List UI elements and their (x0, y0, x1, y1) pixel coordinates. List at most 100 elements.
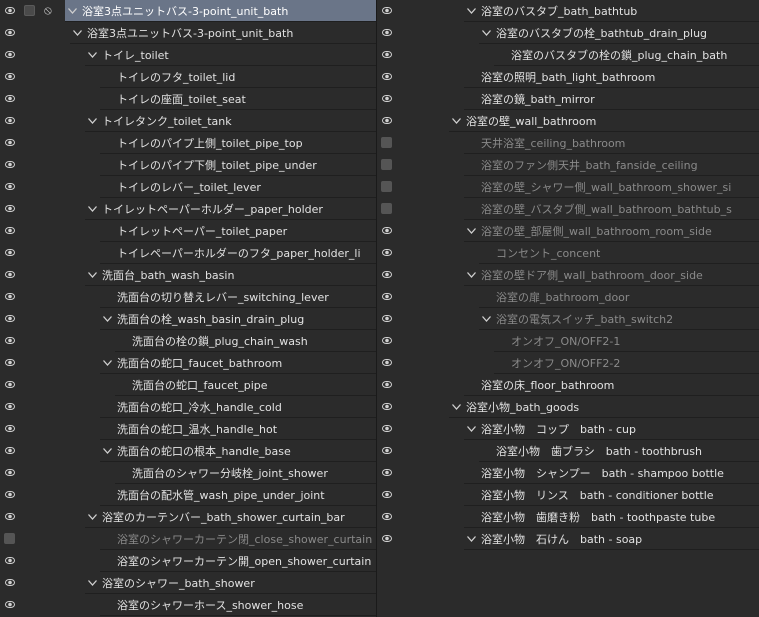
layer-row[interactable]: 浴室小物 石けん bath - soap (377, 528, 759, 550)
eye-icon[interactable] (0, 374, 19, 395)
layer-label[interactable]: 浴室のファン側天井_bath_fanside_ceiling (464, 154, 759, 176)
eye-icon[interactable] (0, 264, 19, 285)
eye-icon[interactable] (0, 462, 19, 483)
eye-icon[interactable] (0, 286, 19, 307)
eye-icon[interactable] (377, 308, 396, 329)
hidden-box-icon[interactable] (0, 528, 19, 549)
lock-cursor-icon[interactable]: ⦸ (44, 0, 52, 21)
eye-icon[interactable] (377, 110, 396, 131)
eye-icon[interactable] (0, 330, 19, 351)
layer-label[interactable]: 洗面台の配水管_wash_pipe_under_joint (100, 484, 376, 506)
layer-row[interactable]: 浴室小物 シャンプー bath - shampoo bottle (377, 462, 759, 484)
eye-icon[interactable] (0, 572, 19, 593)
layer-label[interactable]: 浴室のバスタブの栓_bathtub_drain_plug (479, 22, 759, 44)
layer-label[interactable]: 洗面台の蛇口_faucet_bathroom (100, 352, 376, 374)
layer-row[interactable]: 洗面台の栓の鎖_plug_chain_wash (0, 330, 376, 352)
eye-icon[interactable] (377, 396, 396, 417)
layer-row[interactable]: 浴室のバスタブの栓の鎖_plug_chain_bath (377, 44, 759, 66)
hidden-box-icon[interactable] (377, 198, 396, 219)
chevron-down-icon[interactable] (85, 117, 100, 124)
eye-icon[interactable] (0, 484, 19, 505)
layer-row[interactable]: 洗面台の蛇口_faucet_bathroom (0, 352, 376, 374)
eye-icon[interactable] (377, 88, 396, 109)
layer-label[interactable]: 浴室のシャワーカーテン閉_close_shower_curtain (100, 528, 376, 550)
layer-row[interactable]: 浴室の照明_bath_light_bathroom (377, 66, 759, 88)
layer-row[interactable]: ⦸ 浴室3点ユニットバス-3-point_unit_bath (0, 0, 376, 22)
eye-icon[interactable] (377, 330, 396, 351)
eye-icon[interactable] (0, 88, 19, 109)
eye-icon[interactable] (0, 550, 19, 571)
layer-label[interactable]: 浴室の壁_シャワー側_wall_bathroom_shower_si (464, 176, 759, 198)
layer-label[interactable]: 洗面台の切り替えレバー_switching_lever (100, 286, 376, 308)
eye-icon[interactable] (377, 418, 396, 439)
layer-row[interactable]: オンオフ_ON/OFF2-2 (377, 352, 759, 374)
eye-icon[interactable] (0, 242, 19, 263)
layer-row[interactable]: 天井浴室_ceiling_bathroom (377, 132, 759, 154)
layer-label[interactable]: 洗面台の栓_wash_basin_drain_plug (100, 308, 376, 330)
eye-icon[interactable] (377, 506, 396, 527)
hidden-box-icon[interactable] (377, 154, 396, 175)
layer-label[interactable]: 浴室小物 コップ bath - cup (464, 418, 759, 440)
layer-row[interactable]: オンオフ_ON/OFF2-1 (377, 330, 759, 352)
layer-row[interactable]: トイレットペーパー_toilet_paper (0, 220, 376, 242)
layer-label[interactable]: 洗面台の蛇口_faucet_pipe (115, 374, 376, 396)
chevron-down-icon[interactable] (449, 117, 464, 124)
layer-label[interactable]: 浴室小物 シャンプー bath - shampoo bottle (464, 462, 759, 484)
eye-icon[interactable] (377, 66, 396, 87)
eye-icon[interactable] (0, 396, 19, 417)
layer-label[interactable]: トイレのパイプ上側_toilet_pipe_top (100, 132, 376, 154)
eye-icon[interactable] (0, 440, 19, 461)
layer-row[interactable]: トイレの座面_toilet_seat (0, 88, 376, 110)
chevron-down-icon[interactable] (449, 403, 464, 410)
eye-icon[interactable] (0, 132, 19, 153)
eye-icon[interactable] (377, 264, 396, 285)
eye-icon[interactable] (0, 220, 19, 241)
layer-row[interactable]: 浴室のファン側天井_bath_fanside_ceiling (377, 154, 759, 176)
layer-label[interactable]: 浴室3点ユニットバス-3-point_unit_bath (70, 22, 376, 44)
layer-row[interactable]: 浴室の電気スイッチ_bath_switch2 (377, 308, 759, 330)
eye-icon[interactable] (0, 154, 19, 175)
layer-label[interactable]: 浴室のシャワーカーテン開_open_shower_curtain (100, 550, 376, 572)
layer-label[interactable]: 洗面台のシャワー分岐栓_joint_shower (115, 462, 376, 484)
layer-row[interactable]: 浴室のバスタブ_bath_bathtub (377, 0, 759, 22)
chevron-down-icon[interactable] (70, 29, 85, 36)
layer-label[interactable]: 浴室の壁_部屋側_wall_bathroom_room_side (464, 220, 759, 242)
layer-row[interactable]: 洗面台の蛇口_冷水_handle_cold (0, 396, 376, 418)
layer-row[interactable]: 浴室3点ユニットバス-3-point_unit_bath (0, 22, 376, 44)
layer-label[interactable]: 洗面台の蛇口の根本_handle_base (100, 440, 376, 462)
layer-row[interactable]: 浴室の壁_バスタブ側_wall_bathroom_bathtub_s (377, 198, 759, 220)
layer-label[interactable]: トイレのレバー_toilet_lever (100, 176, 376, 198)
layer-label[interactable]: トイレペーパーホルダーのフタ_paper_holder_li (100, 242, 376, 264)
chevron-down-icon[interactable] (464, 425, 479, 432)
layer-label[interactable]: トイレットペーパーホルダー_paper_holder (85, 198, 376, 220)
layer-row[interactable]: 浴室の床_floor_bathroom (377, 374, 759, 396)
layer-row[interactable]: 浴室の壁_wall_bathroom (377, 110, 759, 132)
layer-label[interactable]: トイレのフタ_toilet_lid (100, 66, 376, 88)
layer-label[interactable]: オンオフ_ON/OFF2-1 (494, 330, 759, 352)
chevron-down-icon[interactable] (85, 513, 100, 520)
chevron-down-icon[interactable] (479, 315, 494, 322)
eye-icon[interactable] (377, 242, 396, 263)
eye-icon[interactable] (377, 0, 396, 21)
layer-row[interactable]: 浴室のシャワーカーテン開_open_shower_curtain (0, 550, 376, 572)
eye-icon[interactable] (377, 440, 396, 461)
eye-icon[interactable] (0, 506, 19, 527)
layer-label[interactable]: 浴室の壁_バスタブ側_wall_bathroom_bathtub_s (464, 198, 759, 220)
eye-icon[interactable] (0, 352, 19, 373)
layer-row[interactable]: トイレのパイプ上側_toilet_pipe_top (0, 132, 376, 154)
layer-label[interactable]: 天井浴室_ceiling_bathroom (464, 132, 759, 154)
layer-row[interactable]: トイレットペーパーホルダー_paper_holder (0, 198, 376, 220)
layer-label[interactable]: トイレタンク_toilet_tank (85, 110, 376, 132)
layer-row[interactable]: 浴室のカーテンバー_bath_shower_curtain_bar (0, 506, 376, 528)
layer-label[interactable]: 浴室の電気スイッチ_bath_switch2 (479, 308, 759, 330)
layer-label[interactable]: 浴室の壁_wall_bathroom (449, 110, 759, 132)
eye-icon[interactable] (377, 286, 396, 307)
eye-icon[interactable] (0, 418, 19, 439)
layer-row[interactable]: 浴室の扉_bathroom_door (377, 286, 759, 308)
layer-label[interactable]: 浴室の鏡_bath_mirror (464, 88, 759, 110)
layer-label[interactable]: トイレの座面_toilet_seat (100, 88, 376, 110)
chevron-down-icon[interactable] (100, 315, 115, 322)
eye-icon[interactable] (377, 22, 396, 43)
eye-icon[interactable] (377, 528, 396, 549)
layer-label[interactable]: 浴室のカーテンバー_bath_shower_curtain_bar (85, 506, 376, 528)
